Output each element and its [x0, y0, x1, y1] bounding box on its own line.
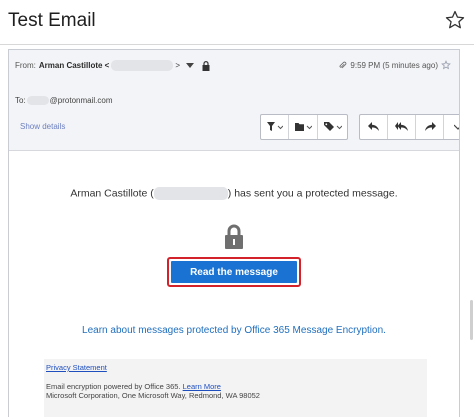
encrypted-lock-icon [202, 60, 210, 71]
move-to-folder-button[interactable] [289, 115, 318, 139]
reply-icon [367, 122, 379, 131]
message-subject: Test Email [8, 10, 96, 31]
notice-prefix: Arman Castillote ( [70, 187, 154, 200]
privacy-statement-link[interactable]: Privacy Statement [46, 363, 107, 372]
reply-toolbar [359, 114, 459, 140]
reply-all-button[interactable] [388, 115, 416, 139]
chevron-down-icon [454, 124, 459, 130]
message-header: From: Arman Castillote < > 9:59 PM (5 mi… [9, 50, 459, 151]
lock-icon [225, 224, 243, 249]
scrollbar-thumb[interactable] [470, 300, 473, 340]
read-message-button[interactable]: Read the message [171, 261, 297, 283]
to-row: To: @protonmail.com [15, 96, 112, 105]
reply-button[interactable] [360, 115, 388, 139]
redacted-sender-email [153, 187, 228, 200]
forward-button[interactable] [416, 115, 444, 139]
star-outline-icon[interactable] [444, 9, 466, 31]
filter-button[interactable] [261, 115, 289, 139]
reply-all-icon [394, 122, 408, 131]
filter-icon [266, 122, 283, 131]
message-title-bar: Test Email [0, 0, 474, 45]
from-row: From: Arman Castillote < > [15, 60, 210, 71]
encryption-footer: Privacy Statement Email encryption power… [44, 359, 427, 417]
footer-address: Microsoft Corporation, One Microsoft Way… [46, 391, 260, 400]
time-row: 9:59 PM (5 minutes ago) [338, 60, 451, 70]
label-button[interactable] [318, 115, 347, 139]
folder-icon [294, 123, 312, 131]
protected-message-notice: Arman Castillote ( ) has sent you a prote… [9, 187, 459, 200]
label-toolbar [260, 114, 348, 140]
footer-text: Email encryption powered by Office 365. … [46, 382, 260, 400]
read-message-highlight: Read the message [167, 257, 301, 287]
message-panel: From: Arman Castillote < > 9:59 PM (5 mi… [8, 49, 460, 417]
more-actions-button[interactable] [444, 115, 459, 139]
show-details-link[interactable]: Show details [20, 122, 65, 131]
sender-dropdown-icon[interactable] [186, 63, 195, 68]
message-time: 9:59 PM (5 minutes ago) [350, 60, 438, 70]
learn-about-encryption-link[interactable]: Learn about messages protected by Office… [9, 325, 459, 336]
from-close: > [175, 61, 181, 70]
forward-icon [424, 122, 436, 131]
footer-powered-by: Email encryption powered by Office 365. [46, 382, 183, 391]
message-body: Arman Castillote ( ) has sent you a prote… [9, 151, 459, 417]
sender-name[interactable]: Arman Castillote < [39, 61, 109, 70]
redacted-sender-address [111, 60, 174, 71]
tag-icon [323, 122, 342, 131]
learn-more-link[interactable]: Learn More [183, 382, 221, 391]
recipient-domain[interactable]: @protonmail.com [50, 96, 113, 105]
notice-suffix: ) has sent you a protected message. [227, 187, 398, 200]
redacted-recipient [26, 96, 49, 105]
to-label: To: [15, 96, 26, 105]
paperclip-icon [339, 61, 347, 68]
star-small-icon[interactable] [441, 60, 451, 70]
from-label: From: [15, 61, 36, 70]
